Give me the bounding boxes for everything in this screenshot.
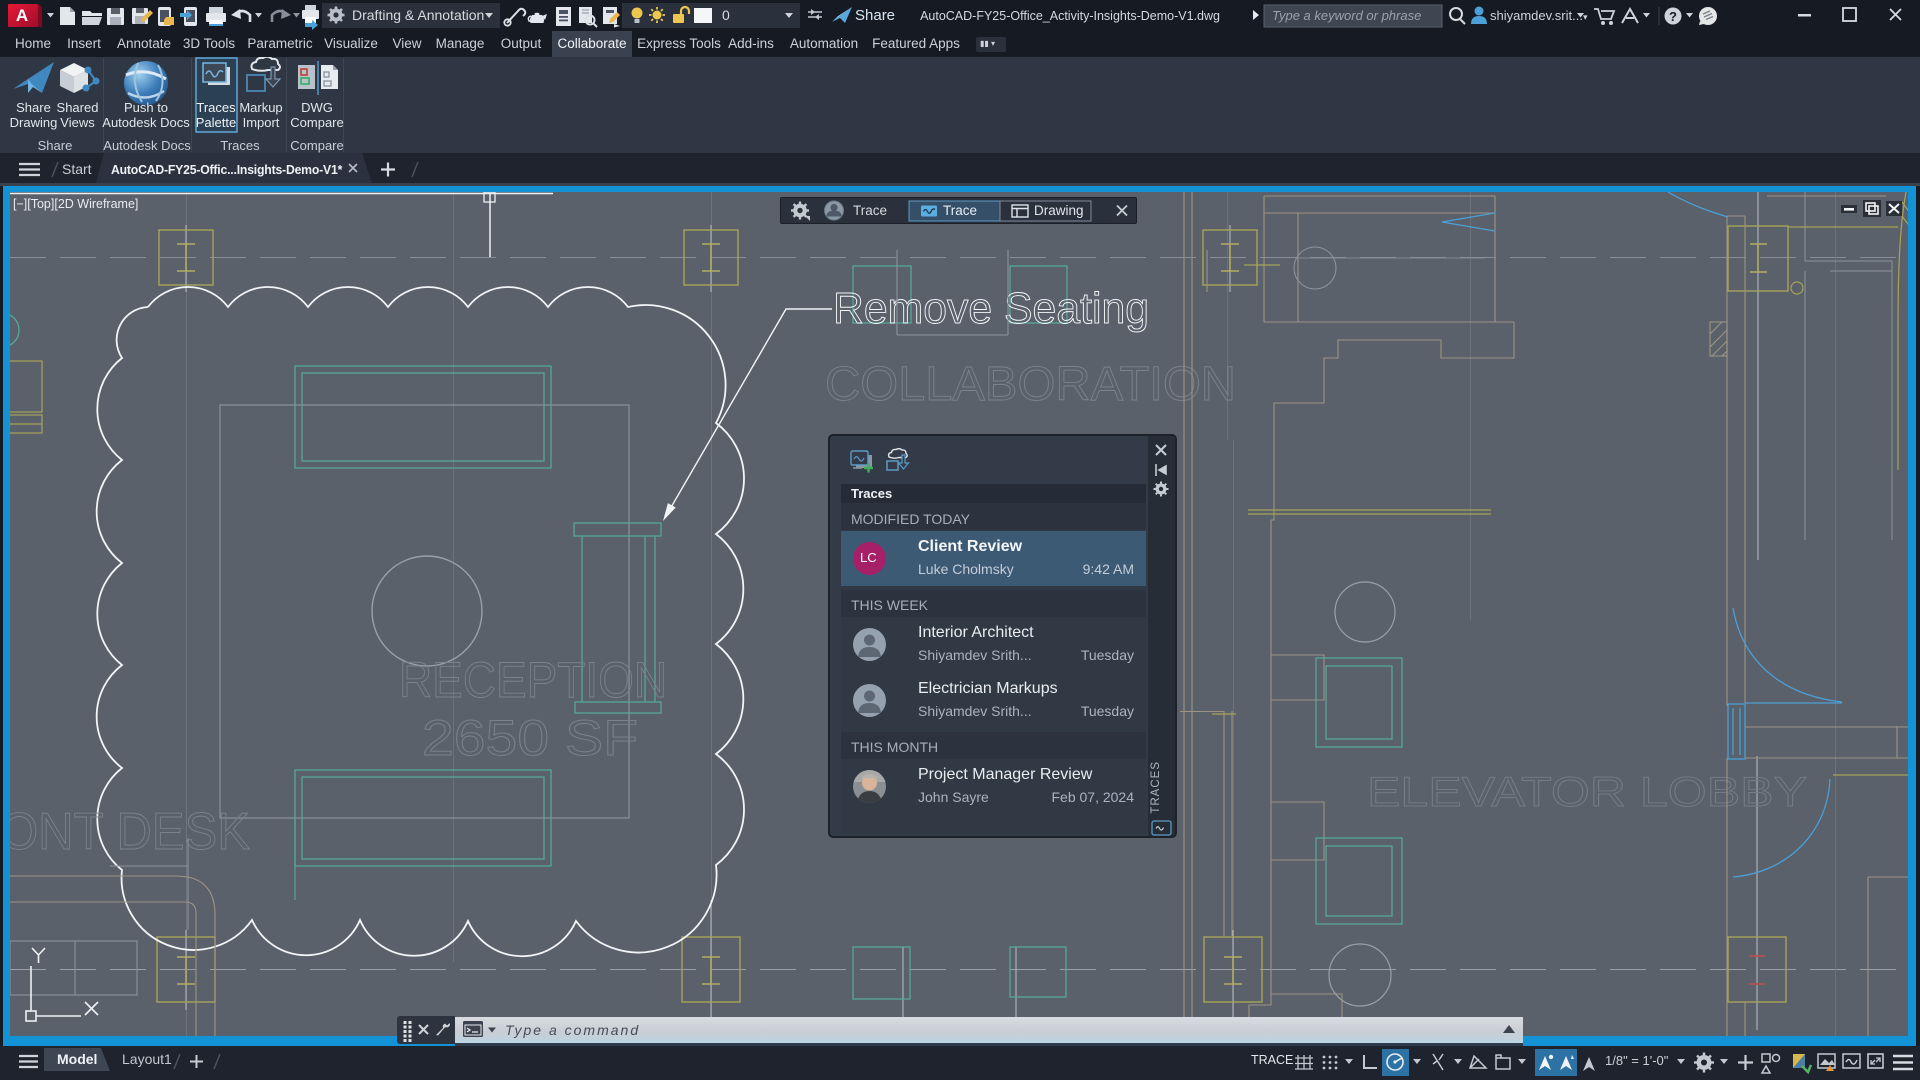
svg-text:0: 0 bbox=[722, 7, 730, 23]
svg-text:2650 SF: 2650 SF bbox=[422, 710, 638, 766]
svg-text:Remove Seating: Remove Seating bbox=[833, 284, 1149, 333]
svg-text:Drafting & Annotation: Drafting & Annotation bbox=[352, 7, 484, 23]
svg-text:A: A bbox=[16, 6, 28, 25]
svg-text:ELEVATOR LOBBY: ELEVATOR LOBBY bbox=[1367, 768, 1807, 815]
svg-text:RECEPTION: RECEPTION bbox=[399, 652, 667, 708]
svg-text:COLLABORATION: COLLABORATION bbox=[825, 358, 1236, 411]
svg-text:?: ? bbox=[1669, 9, 1677, 24]
svg-text:ONT DESK: ONT DESK bbox=[0, 803, 250, 861]
